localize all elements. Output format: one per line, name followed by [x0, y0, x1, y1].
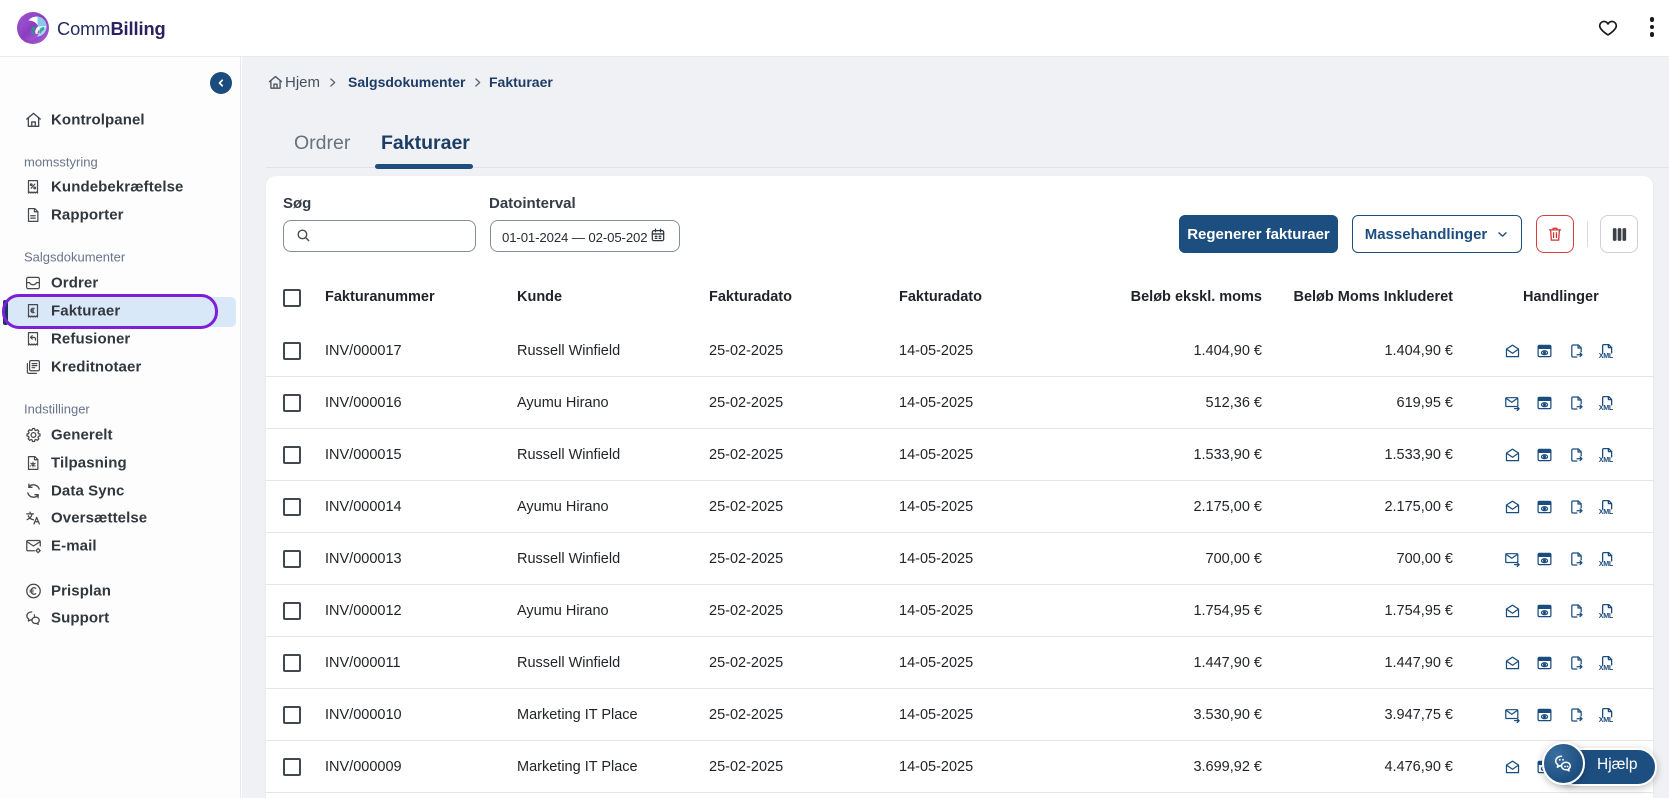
svg-text:XML: XML — [1599, 611, 1614, 619]
svg-text:XML: XML — [1599, 663, 1614, 671]
svg-text:XML: XML — [1599, 455, 1614, 463]
svg-text:XML: XML — [1599, 715, 1614, 723]
svg-text:XML: XML — [1599, 559, 1614, 567]
svg-text:XML: XML — [1599, 351, 1614, 359]
svg-text:XML: XML — [1599, 403, 1614, 411]
svg-text:XML: XML — [1599, 507, 1614, 515]
